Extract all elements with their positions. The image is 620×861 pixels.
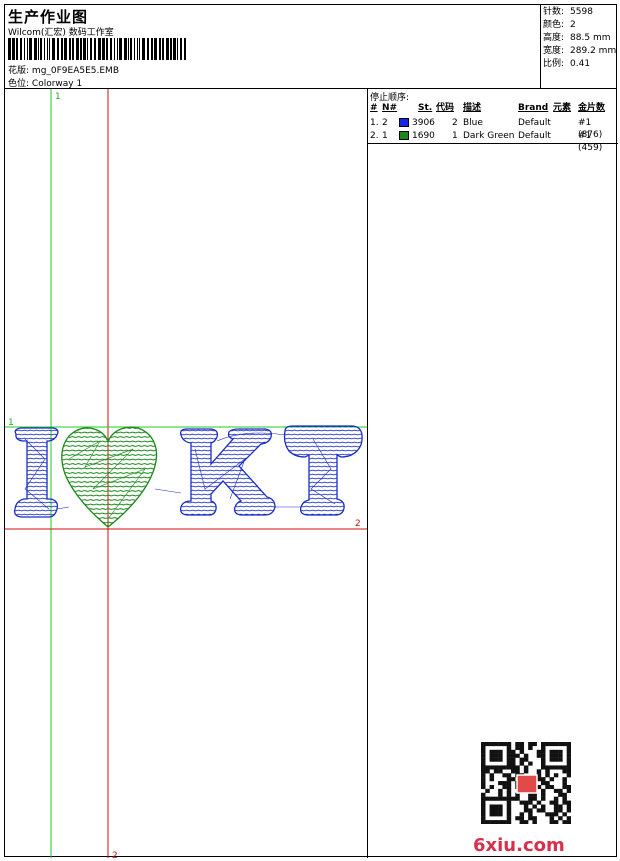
color-swatch [399,118,409,127]
company-name: Wilcom(汇宏) 数码工作室 [8,28,114,38]
header: 生产作业图 Wilcom(汇宏) 数码工作室 花版: mg_0F9EA5E5.E… [5,5,616,89]
stat-stitches: 针数: 5598 [543,7,593,17]
guide-label-h2: 2 [355,519,361,529]
letter-t-embroidery [283,425,363,516]
qr-code-watermark [481,742,571,824]
design-file-value: mg_0F9EA5E5.EMB [31,66,119,76]
column-divider [367,89,368,858]
stat-scale: 比例: 0.41 [543,59,591,69]
letter-k-embroidery [179,428,276,516]
colorway-row: 色位: Colorway 1 [8,76,82,89]
design-canvas [5,89,367,858]
table-bottom-rule [368,143,618,144]
page-title: 生产作业图 [8,8,89,26]
colorway-label: 色位: [8,79,30,89]
stat-width: 宽度: 289.2 mm [543,46,617,56]
colorway-value: Colorway 1 [31,79,83,89]
barcode [8,38,186,60]
production-sheet: 生产作业图 Wilcom(汇宏) 数码工作室 花版: mg_0F9EA5E5.E… [4,4,618,861]
stop-table-header: # N# St. 代码 描述 Brand 元素 金片数 [370,103,606,113]
guide-label-h1: 1 [8,418,14,428]
watermark-logo: 6xiu.com [473,835,565,856]
stat-height: 高度: 88.5 mm [543,33,611,43]
stop-row[interactable]: 2. 1 1690 1 Dark Green Default #1 (459) [368,130,618,153]
guide-label-v1: 1 [55,92,61,102]
stop-row[interactable]: 1. 2 3906 2 Blue Default #1 (876) [368,117,618,140]
stats-panel: 针数: 5598 颜色: 2 高度: 88.5 mm 宽度: 289.2 mm 比例: 0… [540,5,618,89]
heart-embroidery [61,426,158,528]
color-swatch [399,131,409,140]
design-file-row: 花版: mg_0F9EA5E5.EMB [8,63,119,76]
design-file-label: 花版: [8,66,30,76]
design-preview: 1 1 2 2 [5,89,367,861]
stat-colors: 颜色: 2 [543,20,576,30]
